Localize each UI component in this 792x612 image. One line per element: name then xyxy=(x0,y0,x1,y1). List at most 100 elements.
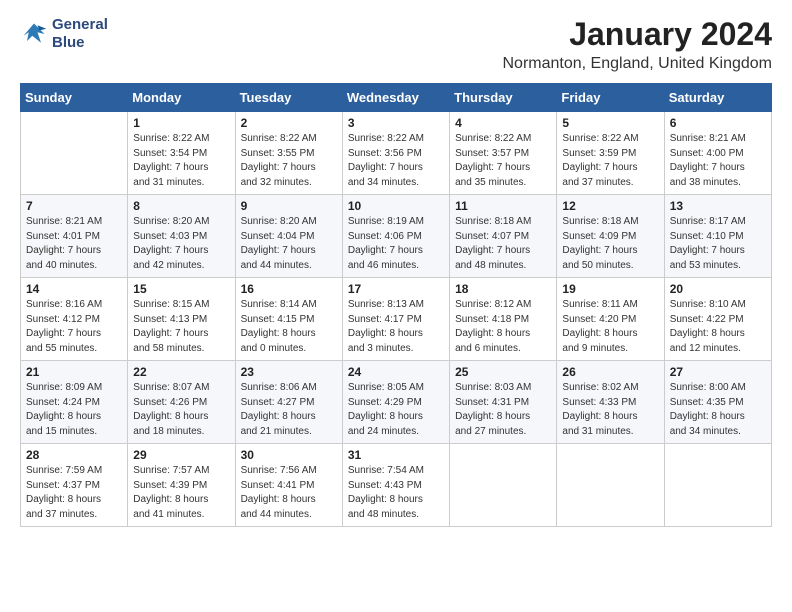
week-row-5: 28 Sunrise: 7:59 AM Sunset: 4:37 PM Dayli… xyxy=(21,444,772,527)
day-info: Sunrise: 7:57 AM Sunset: 4:39 PM Dayligh… xyxy=(133,464,229,522)
calendar-table: SundayMondayTuesdayWednesdayThursdayFrid… xyxy=(20,83,772,527)
day-number: 26 xyxy=(562,365,658,379)
day-number: 5 xyxy=(562,116,658,130)
day-info: Sunrise: 8:20 AM Sunset: 4:03 PM Dayligh… xyxy=(133,215,229,273)
day-cell: 18Sunrise: 8:12 AM Sunset: 4:18 PM Dayli… xyxy=(450,278,557,361)
day-info: Sunrise: 8:13 AM Sunset: 4:17 PM Dayligh… xyxy=(348,298,444,356)
day-cell: 27 Sunrise: 8:00 AM Sunset: 4:35 PM Dayli… xyxy=(664,361,771,444)
page: General Blue January 2024 Normanton, Eng… xyxy=(0,0,792,612)
day-cell: 20 Sunrise: 8:10 AM Sunset: 4:22 PM Dayli… xyxy=(664,278,771,361)
day-cell: 5Sunrise: 8:22 AM Sunset: 3:59 PM Daylig… xyxy=(557,112,664,195)
day-cell xyxy=(557,444,664,527)
header: General Blue January 2024 Normanton, Eng… xyxy=(20,16,772,73)
day-info: Sunrise: 8:18 AM Sunset: 4:07 PM Dayligh… xyxy=(455,215,551,273)
day-number: 22 xyxy=(133,365,229,379)
day-cell: 6 Sunrise: 8:21 AM Sunset: 4:00 PM Daylig… xyxy=(664,112,771,195)
day-number: 13 xyxy=(670,199,766,213)
col-header-tuesday: Tuesday xyxy=(235,84,342,112)
day-info: Sunrise: 8:00 AM Sunset: 4:35 PM Dayligh… xyxy=(670,381,766,439)
day-cell xyxy=(450,444,557,527)
day-number: 10 xyxy=(348,199,444,213)
week-row-3: 14 Sunrise: 8:16 AM Sunset: 4:12 PM Dayli… xyxy=(21,278,772,361)
day-cell: 24Sunrise: 8:05 AM Sunset: 4:29 PM Dayli… xyxy=(342,361,449,444)
day-info: Sunrise: 8:05 AM Sunset: 4:29 PM Dayligh… xyxy=(348,381,444,439)
day-cell xyxy=(21,112,128,195)
day-number: 30 xyxy=(241,448,337,462)
day-number: 9 xyxy=(241,199,337,213)
day-info: Sunrise: 8:06 AM Sunset: 4:27 PM Dayligh… xyxy=(241,381,337,439)
day-cell: 28 Sunrise: 7:59 AM Sunset: 4:37 PM Dayli… xyxy=(21,444,128,527)
day-info: Sunrise: 8:20 AM Sunset: 4:04 PM Dayligh… xyxy=(241,215,337,273)
day-number: 31 xyxy=(348,448,444,462)
day-cell: 9 Sunrise: 8:20 AM Sunset: 4:04 PM Daylig… xyxy=(235,195,342,278)
day-cell: 16 Sunrise: 8:14 AM Sunset: 4:15 PM Dayli… xyxy=(235,278,342,361)
col-header-saturday: Saturday xyxy=(664,84,771,112)
col-header-sunday: Sunday xyxy=(21,84,128,112)
day-info: Sunrise: 8:19 AM Sunset: 4:06 PM Dayligh… xyxy=(348,215,444,273)
day-cell: 25Sunrise: 8:03 AM Sunset: 4:31 PM Dayli… xyxy=(450,361,557,444)
day-info: Sunrise: 8:16 AM Sunset: 4:12 PM Dayligh… xyxy=(26,298,122,356)
day-cell: 31 Sunrise: 7:54 AM Sunset: 4:43 PM Dayli… xyxy=(342,444,449,527)
day-number: 1 xyxy=(133,116,229,130)
day-number: 27 xyxy=(670,365,766,379)
day-info: Sunrise: 8:07 AM Sunset: 4:26 PM Dayligh… xyxy=(133,381,229,439)
logo-line1: General xyxy=(52,16,108,34)
day-number: 3 xyxy=(348,116,444,130)
day-number: 12 xyxy=(562,199,658,213)
day-info: Sunrise: 8:14 AM Sunset: 4:15 PM Dayligh… xyxy=(241,298,337,356)
logo: General Blue xyxy=(20,16,108,52)
day-cell: 17Sunrise: 8:13 AM Sunset: 4:17 PM Dayli… xyxy=(342,278,449,361)
logo-icon xyxy=(20,20,48,48)
day-number: 25 xyxy=(455,365,551,379)
logo-line2: Blue xyxy=(52,34,108,52)
day-number: 21 xyxy=(26,365,122,379)
day-number: 28 xyxy=(26,448,122,462)
day-number: 11 xyxy=(455,199,551,213)
calendar-title: January 2024 xyxy=(503,16,773,53)
day-cell: 30 Sunrise: 7:56 AM Sunset: 4:41 PM Dayli… xyxy=(235,444,342,527)
day-info: Sunrise: 7:56 AM Sunset: 4:41 PM Dayligh… xyxy=(241,464,337,522)
day-number: 2 xyxy=(241,116,337,130)
day-number: 4 xyxy=(455,116,551,130)
day-info: Sunrise: 8:22 AM Sunset: 3:54 PM Dayligh… xyxy=(133,132,229,190)
day-cell: 14 Sunrise: 8:16 AM Sunset: 4:12 PM Dayli… xyxy=(21,278,128,361)
day-info: Sunrise: 7:59 AM Sunset: 4:37 PM Dayligh… xyxy=(26,464,122,522)
day-cell: 11 Sunrise: 8:18 AM Sunset: 4:07 PM Dayli… xyxy=(450,195,557,278)
day-number: 6 xyxy=(670,116,766,130)
day-cell: 21 Sunrise: 8:09 AM Sunset: 4:24 PM Dayli… xyxy=(21,361,128,444)
day-info: Sunrise: 8:10 AM Sunset: 4:22 PM Dayligh… xyxy=(670,298,766,356)
day-cell: 12 Sunrise: 8:18 AM Sunset: 4:09 PM Dayli… xyxy=(557,195,664,278)
day-info: Sunrise: 8:09 AM Sunset: 4:24 PM Dayligh… xyxy=(26,381,122,439)
day-number: 20 xyxy=(670,282,766,296)
day-cell: 3Sunrise: 8:22 AM Sunset: 3:56 PM Daylig… xyxy=(342,112,449,195)
day-number: 7 xyxy=(26,199,122,213)
day-cell: 1 Sunrise: 8:22 AM Sunset: 3:54 PM Daylig… xyxy=(128,112,235,195)
day-info: Sunrise: 8:11 AM Sunset: 4:20 PM Dayligh… xyxy=(562,298,658,356)
day-info: Sunrise: 8:22 AM Sunset: 3:55 PM Dayligh… xyxy=(241,132,337,190)
day-info: Sunrise: 8:21 AM Sunset: 4:00 PM Dayligh… xyxy=(670,132,766,190)
day-cell: 23 Sunrise: 8:06 AM Sunset: 4:27 PM Dayli… xyxy=(235,361,342,444)
col-header-wednesday: Wednesday xyxy=(342,84,449,112)
day-cell: 13 Sunrise: 8:17 AM Sunset: 4:10 PM Dayli… xyxy=(664,195,771,278)
week-row-1: 1 Sunrise: 8:22 AM Sunset: 3:54 PM Daylig… xyxy=(21,112,772,195)
day-cell: 10 Sunrise: 8:19 AM Sunset: 4:06 PM Dayli… xyxy=(342,195,449,278)
day-number: 14 xyxy=(26,282,122,296)
day-cell: 22 Sunrise: 8:07 AM Sunset: 4:26 PM Dayli… xyxy=(128,361,235,444)
day-cell: 29Sunrise: 7:57 AM Sunset: 4:39 PM Dayli… xyxy=(128,444,235,527)
day-number: 23 xyxy=(241,365,337,379)
col-header-thursday: Thursday xyxy=(450,84,557,112)
day-cell: 15Sunrise: 8:15 AM Sunset: 4:13 PM Dayli… xyxy=(128,278,235,361)
day-info: Sunrise: 8:22 AM Sunset: 3:57 PM Dayligh… xyxy=(455,132,551,190)
day-info: Sunrise: 8:17 AM Sunset: 4:10 PM Dayligh… xyxy=(670,215,766,273)
day-number: 8 xyxy=(133,199,229,213)
day-number: 16 xyxy=(241,282,337,296)
week-row-2: 7Sunrise: 8:21 AM Sunset: 4:01 PM Daylig… xyxy=(21,195,772,278)
day-info: Sunrise: 8:18 AM Sunset: 4:09 PM Dayligh… xyxy=(562,215,658,273)
title-block: January 2024 Normanton, England, United … xyxy=(503,16,773,73)
day-info: Sunrise: 8:02 AM Sunset: 4:33 PM Dayligh… xyxy=(562,381,658,439)
day-number: 15 xyxy=(133,282,229,296)
day-info: Sunrise: 7:54 AM Sunset: 4:43 PM Dayligh… xyxy=(348,464,444,522)
day-cell: 19Sunrise: 8:11 AM Sunset: 4:20 PM Dayli… xyxy=(557,278,664,361)
col-header-monday: Monday xyxy=(128,84,235,112)
day-cell: 4 Sunrise: 8:22 AM Sunset: 3:57 PM Daylig… xyxy=(450,112,557,195)
